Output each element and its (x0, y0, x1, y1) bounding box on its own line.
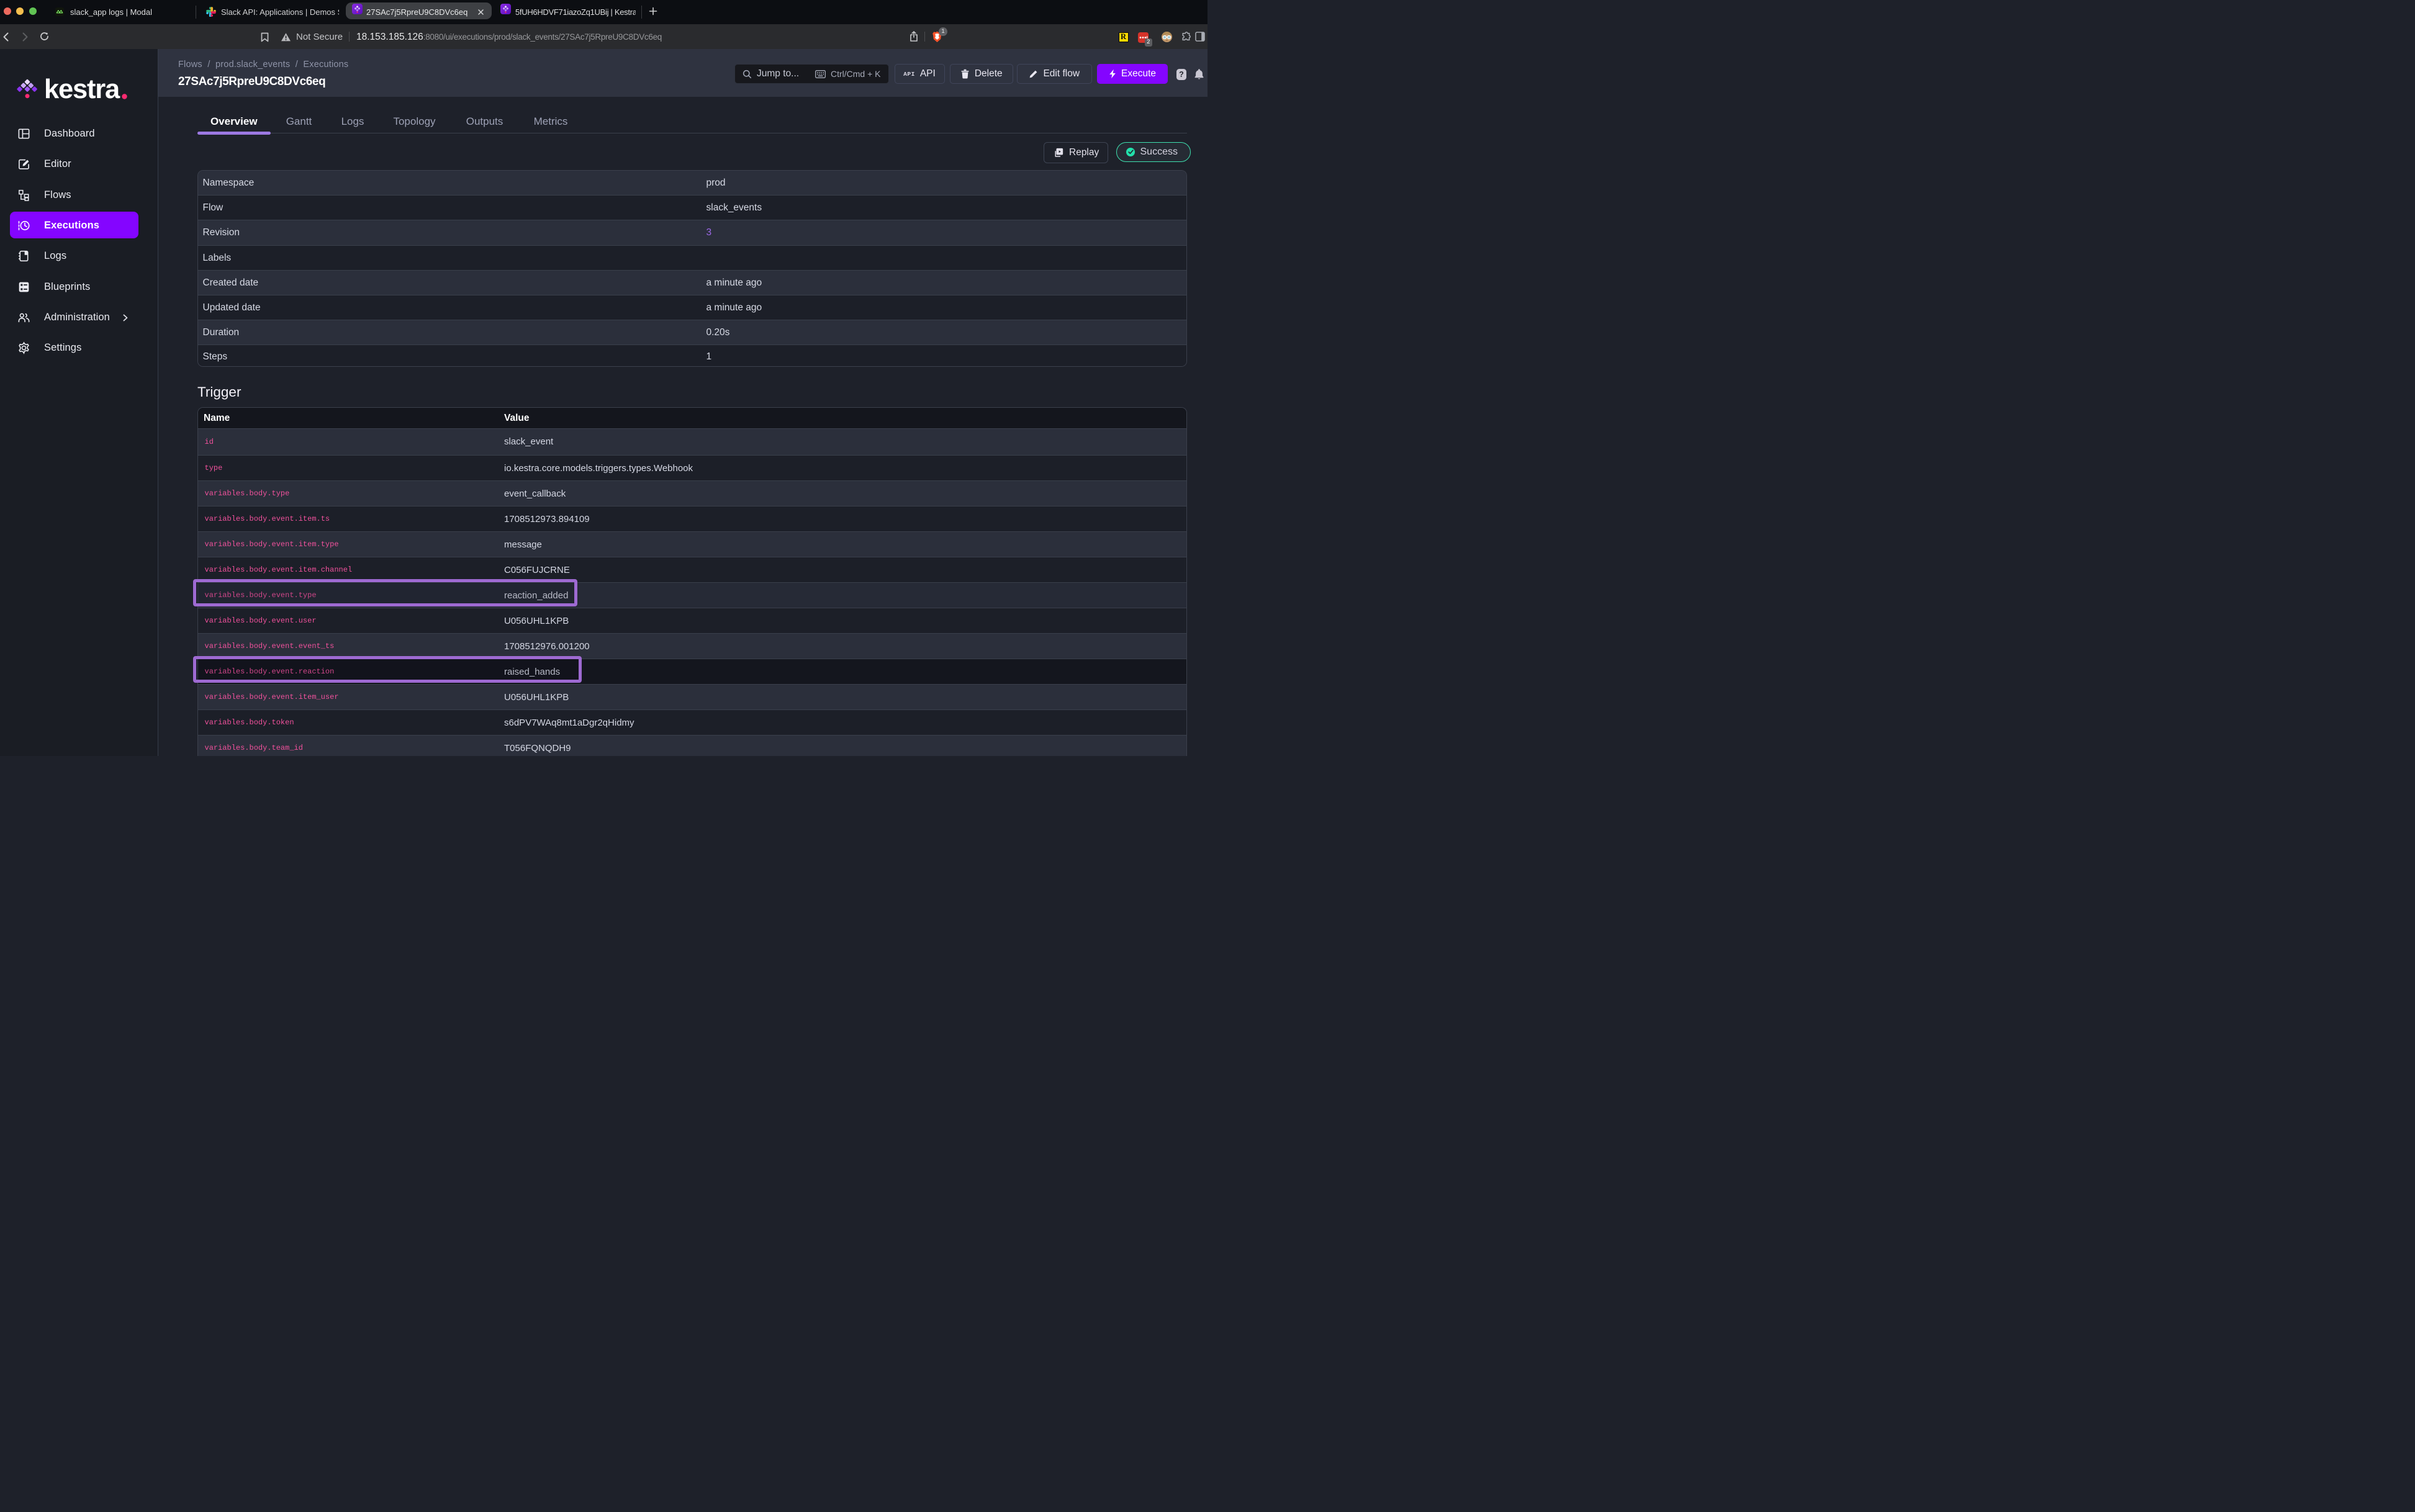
svg-text:kestra: kestra (44, 77, 120, 102)
